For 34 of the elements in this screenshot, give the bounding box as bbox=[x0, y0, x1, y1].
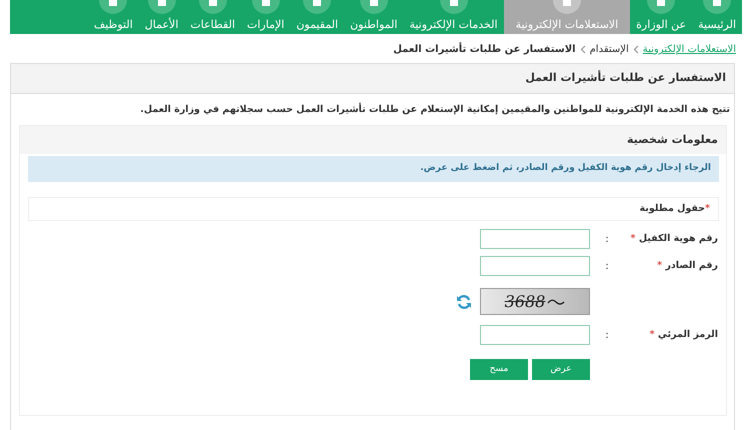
field-label: رقم هوية الكفيل * bbox=[630, 232, 719, 246]
field-label: رقم الصادر * bbox=[656, 258, 719, 273]
colon: : bbox=[604, 232, 610, 246]
breadcrumb-current: الاستفسار عن طلبات تأشيرات العمل bbox=[393, 42, 576, 57]
nav-tab[interactable]: القطاعات bbox=[184, 0, 242, 34]
colon: : bbox=[604, 328, 610, 342]
refresh-icon[interactable] bbox=[456, 294, 472, 310]
breadcrumb-item[interactable]: الإستقدام bbox=[590, 42, 629, 57]
nav-tab[interactable]: المواطنون bbox=[344, 0, 404, 34]
submit-button[interactable]: مسح bbox=[470, 359, 528, 380]
nav-tab[interactable]: الأعمال bbox=[138, 0, 184, 34]
nav-tab[interactable]: الخدمات الإلكترونية bbox=[403, 0, 504, 34]
chevron-icon bbox=[632, 45, 639, 54]
scribble-line bbox=[547, 296, 566, 306]
submit-button[interactable]: عرض bbox=[532, 359, 590, 380]
description-text: تتيح هذه الخدمة الإلكترونية للمواطنين والمقيمين إمكانية الإستعلام عن طلبات تأشيرات العمل حسب سجلاتهم في وزارة العمل. bbox=[139, 102, 731, 116]
input-field[interactable] bbox=[480, 229, 590, 249]
info-alert: الرجاء إدخال رقم هوية الكفيل ورقم الصادر، ثم اضغط على عرض. bbox=[28, 156, 719, 182]
panel-title: الاستفسار عن طلبات تأشيرات العمل bbox=[11, 64, 734, 94]
section-title: معلومات شخصية bbox=[20, 126, 726, 154]
nav-tab[interactable]: التوظيف bbox=[88, 0, 139, 34]
nav-tab[interactable]: الإمارات bbox=[241, 0, 290, 34]
field-label: الرمز المرئي * bbox=[648, 328, 719, 342]
input-field[interactable] bbox=[480, 256, 590, 276]
required-fields-note: * حقول مطلوبة bbox=[28, 196, 719, 221]
chevron-icon bbox=[580, 45, 586, 54]
nav-tab[interactable]: المقيمون bbox=[290, 0, 344, 34]
input-field[interactable] bbox=[480, 325, 590, 345]
colon: : bbox=[604, 260, 610, 274]
breadcrumb-link[interactable]: الاستعلامات الإلكترونية bbox=[642, 42, 736, 57]
nav-tab[interactable]: الرئيسية bbox=[692, 0, 742, 34]
captcha-code: 3688 bbox=[504, 290, 546, 312]
nav-tab[interactable]: عن الوزارة bbox=[630, 0, 692, 34]
nav-tab[interactable]: الاستعلامات الإلكترونية bbox=[504, 0, 630, 34]
